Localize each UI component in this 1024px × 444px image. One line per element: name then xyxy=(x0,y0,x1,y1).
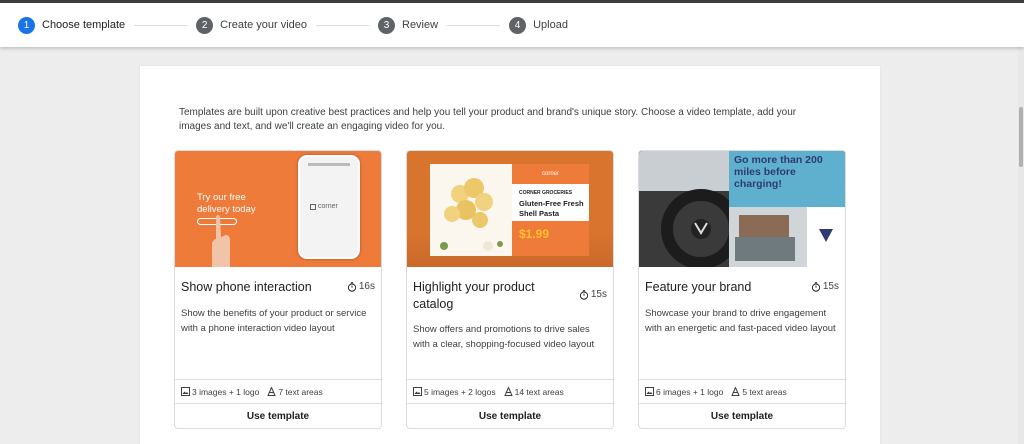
use-template-button[interactable]: Use template xyxy=(639,403,845,428)
step-number: 1 xyxy=(18,16,35,34)
duration-value: 16s xyxy=(358,281,375,292)
card-meta: 6 images + 1 logo 5 text areas xyxy=(639,379,845,403)
card-description: Show the benefits of your product or ser… xyxy=(181,308,367,334)
phone-logo: corner xyxy=(310,203,338,210)
step-label: Create your video xyxy=(220,19,307,31)
card-title: Highlight your product catalog xyxy=(413,280,535,311)
headline-banner: Go more than 200 miles before charging! xyxy=(729,151,845,207)
step-number: 4 xyxy=(509,16,527,34)
store-name: CORNER GROCERIES xyxy=(519,190,573,196)
step-review[interactable]: 3 Review xyxy=(378,16,439,34)
step-label: Choose template xyxy=(42,19,126,31)
image-icon xyxy=(413,387,422,396)
thumbnail-logo: corner xyxy=(512,164,589,184)
product-card: corner CORNER GROCERIES Gluten-Free Fres… xyxy=(512,164,589,256)
step-choose-template[interactable]: 1 Choose template xyxy=(18,16,126,34)
template-panel: Templates are built upon creative best p… xyxy=(140,66,880,444)
use-template-button[interactable]: Use template xyxy=(175,403,381,428)
intro-text: Templates are built upon creative best p… xyxy=(179,107,797,132)
duration-value: 15s xyxy=(590,289,607,300)
images-count: 6 images + 1 logo xyxy=(645,387,723,397)
headline-text: Go more than 200 miles before charging! xyxy=(734,154,823,190)
product-price: $1.99 xyxy=(519,227,550,241)
images-count: 3 images + 1 logo xyxy=(181,387,259,397)
template-thumbnail: corner CORNER GROCERIES Gluten-Free Fres… xyxy=(407,151,613,267)
card-title: Feature your brand xyxy=(645,280,752,294)
text-areas-count: 14 text areas xyxy=(504,387,564,397)
step-connector xyxy=(134,24,188,26)
phone-mockup: corner xyxy=(298,155,360,259)
template-card-product-catalog[interactable]: corner CORNER GROCERIES Gluten-Free Fres… xyxy=(406,150,614,429)
use-template-button[interactable]: Use template xyxy=(407,403,613,428)
pasta-image xyxy=(430,164,514,256)
duration: 16s xyxy=(347,281,375,292)
timer-icon xyxy=(579,289,588,300)
step-number: 2 xyxy=(196,16,214,34)
step-label: Upload xyxy=(533,19,568,31)
text-icon xyxy=(731,387,740,396)
card-description: Show offers and promotions to drive sale… xyxy=(413,324,595,350)
timer-icon xyxy=(347,281,356,292)
step-create-video[interactable]: 2 Create your video xyxy=(196,16,307,34)
duration-value: 15s xyxy=(822,281,839,292)
stepper: 1 Choose template 2 Create your video 3 … xyxy=(0,0,1024,47)
template-card-feature-brand[interactable]: Go more than 200 miles before charging! … xyxy=(638,150,846,429)
step-label: Review xyxy=(402,19,439,31)
scrollbar-thumb[interactable] xyxy=(1019,107,1023,167)
timer-icon xyxy=(811,281,820,292)
step-number: 3 xyxy=(378,16,395,34)
text-icon xyxy=(267,387,276,396)
image-icon xyxy=(181,387,190,396)
step-connector xyxy=(447,24,501,26)
card-meta: 3 images + 1 logo 7 text areas xyxy=(175,379,381,403)
text-areas-count: 7 text areas xyxy=(267,387,323,397)
step-connector xyxy=(316,24,369,26)
image-icon xyxy=(645,387,654,396)
card-meta: 5 images + 2 logos 14 text areas xyxy=(407,379,613,403)
duration: 15s xyxy=(579,289,607,300)
text-areas-count: 5 text areas xyxy=(731,387,787,397)
images-count: 5 images + 2 logos xyxy=(413,387,496,397)
duration: 15s xyxy=(811,281,839,292)
step-upload[interactable]: 4 Upload xyxy=(509,16,568,34)
template-thumbnail: Try our free delivery today corner xyxy=(175,151,381,267)
template-thumbnail: Go more than 200 miles before charging! xyxy=(639,151,845,267)
text-icon xyxy=(504,387,513,396)
card-title: Show phone interaction xyxy=(181,280,312,294)
scrollbar[interactable] xyxy=(1018,47,1024,444)
hand-icon xyxy=(212,215,230,267)
template-card-phone-interaction[interactable]: Try our free delivery today corner Show … xyxy=(174,150,382,429)
card-description: Showcase your brand to drive engagement … xyxy=(645,308,836,334)
product-name: Gluten-Free Fresh Shell Pasta xyxy=(519,199,584,218)
